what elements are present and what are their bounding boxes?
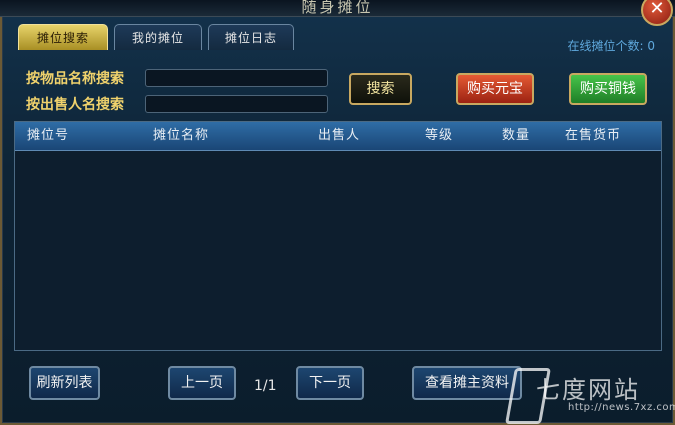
- title-bar: 随身摊位: [0, 0, 675, 17]
- page-indicator: 1/1: [254, 378, 277, 394]
- column-seller: 出售人: [318, 128, 361, 143]
- tab-my-stall[interactable]: 我的摊位: [114, 24, 202, 50]
- column-level: 等级: [425, 128, 454, 143]
- tab-stall-log[interactable]: 摊位日志: [208, 24, 294, 50]
- search-button[interactable]: 搜索: [349, 73, 412, 105]
- column-currency: 在售货币: [565, 128, 622, 143]
- view-owner-info-button[interactable]: 查看摊主资料: [412, 366, 522, 400]
- online-stall-count: 在线摊位个数: 0: [567, 39, 656, 53]
- table-header: 摊位号 摊位名称 出售人 等级 数量 在售货币: [15, 122, 661, 151]
- stall-table: 摊位号 摊位名称 出售人 等级 数量 在售货币: [14, 121, 662, 351]
- column-quantity: 数量: [502, 128, 531, 143]
- column-stall-name: 摊位名称: [153, 128, 210, 143]
- search-by-item-label: 按物品名称搜索: [26, 71, 124, 87]
- column-stall-number: 摊位号: [27, 128, 70, 143]
- watermark: 七度网站 http://news.7xz.com: [505, 366, 675, 425]
- prev-page-button[interactable]: 上一页: [168, 366, 236, 400]
- item-name-input[interactable]: [145, 69, 328, 87]
- window-title: 随身摊位: [301, 0, 374, 16]
- tab-stall-search[interactable]: 摊位搜索: [18, 24, 108, 50]
- buy-tongqian-button[interactable]: 购买铜钱: [569, 73, 647, 105]
- search-by-seller-label: 按出售人名搜索: [26, 97, 124, 113]
- watermark-url: http://news.7xz.com: [568, 402, 675, 413]
- seller-name-input[interactable]: [145, 95, 328, 113]
- next-page-button[interactable]: 下一页: [296, 366, 364, 400]
- buy-yuanbao-button[interactable]: 购买元宝: [456, 73, 534, 105]
- refresh-list-button[interactable]: 刷新列表: [29, 366, 100, 400]
- watermark-brand: 七度网站: [536, 376, 640, 404]
